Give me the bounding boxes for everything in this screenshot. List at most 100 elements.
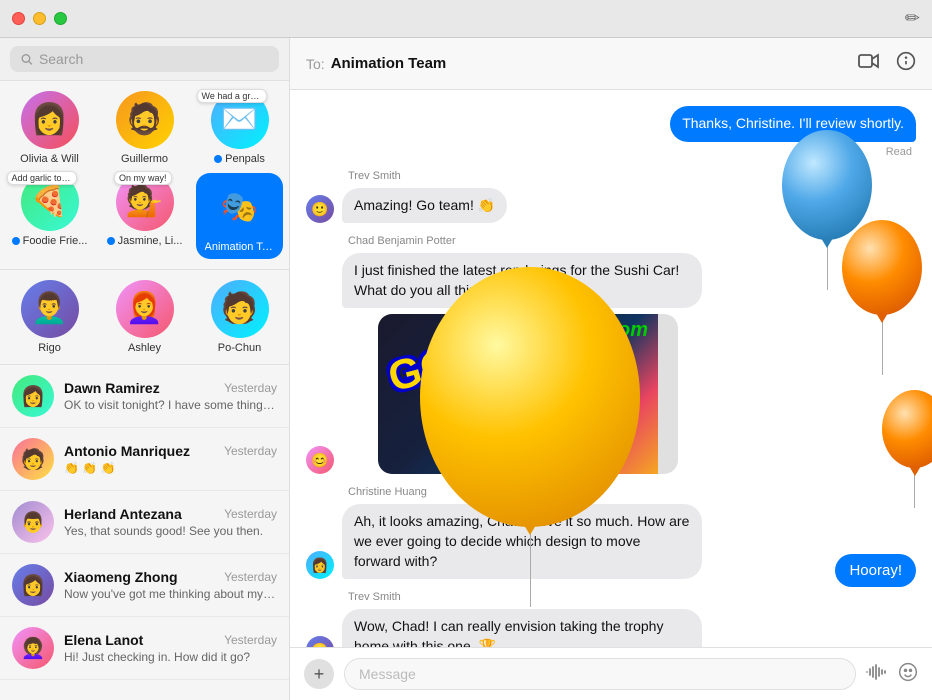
pinned-label-rigo: Rigo — [38, 342, 61, 354]
sender-name-trev2: Trev Smith — [348, 591, 916, 603]
input-bar: + — [290, 647, 932, 700]
messages-area[interactable]: Thanks, Christine. I'll review shortly. … — [290, 90, 932, 647]
pinned-item-penpals[interactable]: ✉️ We had a great time. Home with... Pen… — [196, 91, 283, 165]
search-icon — [20, 52, 33, 66]
chat-info-xiaomeng: Xiaomeng Zhong Yesterday Now you've got … — [64, 569, 277, 601]
sender-name-trev1: Trev Smith — [348, 170, 916, 182]
chat-avatar-antonio: 🧑 — [12, 438, 54, 480]
pinned-label-jasmine: Jasmine, Li... — [118, 235, 183, 247]
chat-name-herland: Herland Antezana — [64, 506, 182, 522]
msg-avatar-trev1: 🙂 — [306, 195, 334, 223]
message-group-sent: Thanks, Christine. I'll review shortly. … — [306, 106, 916, 158]
pinned-item-rigo[interactable]: 👨‍🦱 Rigo — [6, 280, 93, 354]
message-group-christine1: Christine Huang 👩 Ah, it looks amazing, … — [306, 486, 916, 579]
message-group-chad: Chad Benjamin Potter 😊 I just finished t… — [306, 235, 916, 474]
pinned-item-jasmine[interactable]: 💁 On my way! Jasmine, Li... — [101, 173, 188, 259]
chat-avatar-xiaomeng: 👩 — [12, 564, 54, 606]
chat-info-dawn: Dawn Ramirez Yesterday OK to visit tonig… — [64, 380, 277, 412]
chat-time-herland: Yesterday — [224, 507, 277, 521]
pinned-item-animation-team[interactable]: 🎭 Animation Team — [196, 173, 283, 259]
maximize-button[interactable] — [54, 12, 67, 25]
media-placeholder: GO! Zoom — [378, 314, 658, 474]
chat-info-herland: Herland Antezana Yesterday Yes, that sou… — [64, 506, 277, 538]
pinned-item-foodie[interactable]: 🍕 Add garlic to the butter, and then... … — [6, 173, 93, 259]
audio-waveform-icon[interactable] — [866, 663, 888, 686]
message-bubble-trev2: Wow, Chad! I can really envision taking … — [342, 609, 702, 647]
message-row-sent: Thanks, Christine. I'll review shortly. — [306, 106, 916, 142]
penpals-unread-dot — [214, 155, 222, 163]
chat-preview-elena: Hi! Just checking in. How did it go? — [64, 650, 277, 664]
app-container: 👩 Olivia & Will 🧔 Guillermo ✉️ We had a … — [0, 38, 932, 700]
message-bubble-sent: Thanks, Christine. I'll review shortly. — [670, 106, 916, 142]
pinned-section: 👩 Olivia & Will 🧔 Guillermo ✉️ We had a … — [0, 81, 289, 270]
pinned-badge-jasmine: On my way! — [114, 171, 172, 185]
pinned-label-guillermo: Guillermo — [121, 153, 168, 165]
chat-header-to: To: — [306, 56, 325, 72]
pinned-item-guillermo[interactable]: 🧔 Guillermo — [101, 91, 188, 165]
chat-time-dawn: Yesterday — [224, 381, 277, 395]
sidebar: 👩 Olivia & Will 🧔 Guillermo ✉️ We had a … — [0, 38, 290, 700]
chat-item-herland[interactable]: 👨 Herland Antezana Yesterday Yes, that s… — [0, 491, 289, 554]
chat-header-title: Animation Team — [331, 55, 447, 72]
sender-name-christine1: Christine Huang — [348, 486, 916, 498]
pinned-avatar-ashley: 👩‍🦰 — [116, 280, 174, 338]
message-input[interactable] — [344, 658, 856, 690]
chat-avatar-elena: 👩‍🦱 — [12, 627, 54, 669]
chat-item-xiaomeng[interactable]: 👩 Xiaomeng Zhong Yesterday Now you've go… — [0, 554, 289, 617]
search-input[interactable] — [39, 51, 269, 67]
chat-preview-herland: Yes, that sounds good! See you then. — [64, 524, 277, 538]
pinned-badge-penpals: We had a great time. Home with... — [197, 89, 267, 103]
chat-name-dawn: Dawn Ramirez — [64, 380, 160, 396]
pinned-label-pochun: Po-Chun — [218, 342, 261, 354]
message-row-trev2: 🙂 Wow, Chad! I can really envision takin… — [306, 609, 916, 647]
pinned-avatar-animation-team: 🎭 — [211, 179, 269, 237]
pinned-label-foodie: Foodie Frie... — [23, 235, 88, 247]
chat-time-xiaomeng: Yesterday — [224, 570, 277, 584]
foodie-unread-dot — [12, 237, 20, 245]
chat-name-antonio: Antonio Manriquez — [64, 443, 190, 459]
message-bubble-trev1: Amazing! Go team! 👏 — [342, 188, 507, 224]
chat-preview-antonio: 👏 👏 👏 — [64, 461, 277, 475]
chat-avatar-herland: 👨 — [12, 501, 54, 543]
message-bubble-christine1: Ah, it looks amazing, Chad! I love it so… — [342, 504, 702, 579]
chat-item-antonio[interactable]: 🧑 Antonio Manriquez Yesterday 👏 👏 👏 — [0, 428, 289, 491]
pinned-avatar-guillermo: 🧔 — [116, 91, 174, 149]
emoji-button[interactable] — [898, 662, 918, 687]
search-input-wrap[interactable] — [10, 46, 279, 72]
header-actions — [858, 51, 916, 76]
video-call-icon[interactable] — [858, 53, 880, 74]
pinned-label-animation-team: Animation Team — [205, 241, 275, 253]
pinned-item-pochun[interactable]: 🧑 Po-Chun — [196, 280, 283, 354]
chat-item-elena[interactable]: 👩‍🦱 Elena Lanot Yesterday Hi! Just check… — [0, 617, 289, 680]
pinned-label-ashley: Ashley — [128, 342, 161, 354]
pinned-label-penpals: Penpals — [225, 153, 265, 165]
add-attachment-button[interactable]: + — [304, 659, 334, 689]
hooray-bubble: Hooray! — [835, 554, 916, 587]
message-row-trev1: 🙂 Amazing! Go team! 👏 — [306, 188, 916, 224]
message-bubble-chad: I just finished the latest renderings fo… — [342, 253, 702, 308]
title-bar: ✏ — [0, 0, 932, 38]
jasmine-unread-dot — [107, 237, 115, 245]
info-icon[interactable] — [896, 51, 916, 76]
close-button[interactable] — [12, 12, 25, 25]
pinned-item-olivia-will[interactable]: 👩 Olivia & Will — [6, 91, 93, 165]
chat-avatar-dawn: 👩 — [12, 375, 54, 417]
chat-name-xiaomeng: Xiaomeng Zhong — [64, 569, 178, 585]
pinned-item-ashley[interactable]: 👩‍🦰 Ashley — [101, 280, 188, 354]
message-group-trev2: Trev Smith 🙂 Wow, Chad! I can really env… — [306, 591, 916, 647]
message-group-trev1: Trev Smith 🙂 Amazing! Go team! 👏 — [306, 170, 916, 224]
search-bar — [0, 38, 289, 81]
pinned-avatar-pochun: 🧑 — [211, 280, 269, 338]
input-right-icons — [866, 662, 918, 687]
pinned-badge-foodie: Add garlic to the butter, and then... — [7, 171, 77, 185]
chat-time-elena: Yesterday — [224, 633, 277, 647]
chat-preview-xiaomeng: Now you've got me thinking about my next… — [64, 587, 277, 601]
msg-avatar-christine1: 👩 — [306, 551, 334, 579]
compose-button[interactable]: ✏ — [905, 8, 920, 29]
message-row-chad: 😊 I just finished the latest renderings … — [306, 253, 916, 474]
chat-item-dawn[interactable]: 👩 Dawn Ramirez Yesterday OK to visit ton… — [0, 365, 289, 428]
pinned-avatar-olivia-will: 👩 — [21, 91, 79, 149]
chat-header: To: Animation Team — [290, 38, 932, 90]
sender-name-chad: Chad Benjamin Potter — [348, 235, 916, 247]
minimize-button[interactable] — [33, 12, 46, 25]
